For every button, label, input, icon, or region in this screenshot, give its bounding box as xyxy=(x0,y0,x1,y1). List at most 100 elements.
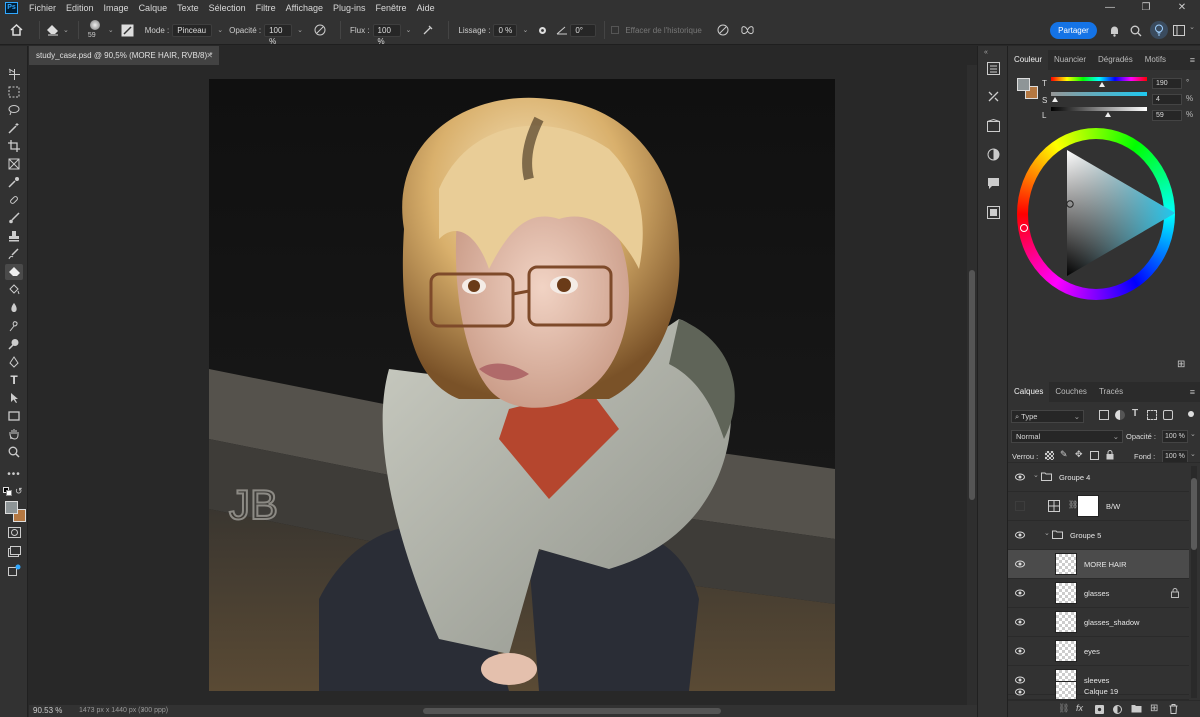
layer-row-bw[interactable]: ⛓ B/W xyxy=(1008,492,1189,521)
lock-pixels-brush-icon[interactable]: ✎ xyxy=(1060,449,1068,460)
filter-adjustment-layers-icon[interactable] xyxy=(1115,410,1125,420)
blend-mode-dropdown[interactable]: Normal ⌄ xyxy=(1011,430,1123,443)
filter-type-layers-icon[interactable]: T xyxy=(1132,408,1138,419)
frame-tool-icon[interactable] xyxy=(5,156,23,172)
quick-mask-icon[interactable] xyxy=(5,524,23,540)
tab-motifs[interactable]: Motifs xyxy=(1139,50,1172,70)
layers-panel-menu-icon[interactable]: ≡ xyxy=(1190,387,1195,397)
saturation-value-field[interactable]: 4 xyxy=(1152,94,1182,105)
layer-row-more-hair[interactable]: MORE HAIR xyxy=(1008,550,1189,579)
menu-fichier[interactable]: Fichier xyxy=(24,0,61,16)
filter-shape-layers-icon[interactable] xyxy=(1147,410,1157,420)
properties-panel-icon[interactable] xyxy=(985,204,1001,220)
magic-wand-tool-icon[interactable] xyxy=(5,120,23,136)
add-swatch-icon[interactable]: ⊞ xyxy=(1177,359,1185,370)
layer-opacity-chevron-icon[interactable]: ⌄ xyxy=(1190,430,1196,438)
zoom-level[interactable]: 90.53 % xyxy=(33,705,62,717)
layer-row-groupe-4[interactable]: ⌄ Groupe 4 xyxy=(1008,463,1189,492)
layer-row-eyes[interactable]: eyes xyxy=(1008,637,1189,666)
tab-calques[interactable]: Calques xyxy=(1008,382,1050,402)
pressure-opacity-icon[interactable] xyxy=(314,24,326,36)
eye-icon[interactable] xyxy=(1015,472,1025,482)
brush-preset-picker[interactable]: 59 xyxy=(85,18,105,42)
history-brush-tool-icon[interactable] xyxy=(5,246,23,262)
eye-icon[interactable] xyxy=(1015,530,1025,540)
document-canvas[interactable]: JB xyxy=(209,79,835,691)
menu-calque[interactable]: Calque xyxy=(134,0,173,16)
search-icon[interactable] xyxy=(1130,25,1142,37)
share-review-icon[interactable] xyxy=(5,562,23,578)
layer-row-glasses[interactable]: glasses xyxy=(1008,579,1189,608)
menu-selection[interactable]: Sélection xyxy=(204,0,251,16)
saturation-slider-thumb[interactable] xyxy=(1051,97,1058,102)
document-tab[interactable]: study_case.psd @ 90,5% (MORE HAIR, RVB/8… xyxy=(29,46,219,65)
layer-thumbnail[interactable] xyxy=(1055,681,1077,699)
close-window-icon[interactable]: ✕ xyxy=(1164,0,1200,16)
libraries-panel-icon[interactable] xyxy=(985,117,1001,133)
tab-couleur[interactable]: Couleur xyxy=(1008,50,1049,70)
tool-preset-chevron-icon[interactable]: ⌄ xyxy=(63,26,69,34)
brush-chevron-icon[interactable]: ⌄ xyxy=(108,26,114,34)
default-colors-icon[interactable] xyxy=(3,487,12,496)
layer-opacity-field[interactable]: 100 % xyxy=(1162,430,1188,443)
history-panel-icon[interactable] xyxy=(985,60,1001,76)
tab-nuancier[interactable]: Nuancier xyxy=(1048,50,1092,70)
layer-row-calque-19[interactable]: Calque 19 xyxy=(1008,678,1189,700)
lightness-slider-thumb[interactable] xyxy=(1104,112,1111,117)
status-chevron-icon[interactable]: › xyxy=(141,705,143,717)
marquee-tool-icon[interactable] xyxy=(5,84,23,100)
bell-icon[interactable] xyxy=(1109,25,1120,37)
flow-chevron-icon[interactable]: ⌄ xyxy=(406,26,412,34)
horizontal-scroll-thumb[interactable] xyxy=(423,708,721,714)
group-expand-chevron-icon[interactable]: ⌄ xyxy=(1044,529,1050,537)
smoothing-field[interactable]: 0 % xyxy=(493,23,518,37)
lock-artboard-icon[interactable] xyxy=(1090,451,1099,460)
erase-history-checkbox[interactable] xyxy=(611,26,620,34)
color-wheel[interactable] xyxy=(1017,128,1177,300)
eye-icon[interactable] xyxy=(1015,588,1025,598)
eye-icon[interactable] xyxy=(1015,646,1025,656)
link-layers-icon[interactable]: ⛓ xyxy=(1058,703,1069,714)
workspace-layout-icon[interactable] xyxy=(1173,25,1185,36)
menu-image[interactable]: Image xyxy=(99,0,134,16)
mode-chevron-icon[interactable]: ⌄ xyxy=(217,26,223,34)
filter-toggle-icon[interactable] xyxy=(1188,411,1194,417)
discover-lightbulb-icon[interactable] xyxy=(1150,21,1168,39)
adjustments-panel-icon[interactable] xyxy=(985,146,1001,162)
layer-thumbnail[interactable] xyxy=(1055,582,1077,604)
new-adjustment-icon[interactable] xyxy=(1113,705,1122,714)
brush-settings-panel-icon[interactable] xyxy=(985,88,1001,104)
more-tools-icon[interactable]: ••• xyxy=(5,466,23,482)
tab-traces[interactable]: Tracés xyxy=(1093,382,1129,402)
hidden-visibility-toggle[interactable] xyxy=(1015,501,1025,511)
panel-foreground-swatch[interactable] xyxy=(1017,78,1030,91)
menu-affichage[interactable]: Affichage xyxy=(281,0,328,16)
layers-scroll-thumb[interactable] xyxy=(1191,478,1197,550)
restore-icon[interactable]: ❐ xyxy=(1128,0,1164,16)
layer-effects-fx-icon[interactable]: fx xyxy=(1076,703,1083,713)
layer-mask-thumbnail[interactable] xyxy=(1077,495,1099,517)
menu-aide[interactable]: Aide xyxy=(412,0,440,16)
smoothing-chevron-icon[interactable]: ⌄ xyxy=(522,26,528,34)
home-icon[interactable] xyxy=(10,24,23,36)
eye-icon[interactable] xyxy=(1015,559,1025,569)
layer-thumbnail[interactable] xyxy=(1055,553,1077,575)
hue-slider[interactable] xyxy=(1051,77,1147,81)
eyedropper-tool-icon[interactable] xyxy=(5,174,23,190)
lightness-slider[interactable] xyxy=(1051,107,1147,111)
brush-settings-icon[interactable] xyxy=(121,24,134,37)
angle-field[interactable]: 0° xyxy=(570,23,597,37)
swap-colors-icon[interactable]: ↺ xyxy=(15,486,23,497)
hue-slider-thumb[interactable] xyxy=(1098,82,1105,87)
pen-tool-icon[interactable] xyxy=(5,354,23,370)
pressure-size-icon[interactable] xyxy=(717,24,729,36)
new-group-folder-icon[interactable] xyxy=(1131,704,1142,713)
move-tool-icon[interactable] xyxy=(5,66,23,82)
saturation-slider[interactable] xyxy=(1051,92,1147,96)
lasso-tool-icon[interactable] xyxy=(5,102,23,118)
hue-value-field[interactable]: 190 xyxy=(1152,78,1182,89)
crop-tool-icon[interactable] xyxy=(5,138,23,154)
menu-filtre[interactable]: Filtre xyxy=(251,0,281,16)
type-tool-icon[interactable]: T xyxy=(5,372,23,388)
color-panel-swatches[interactable] xyxy=(1017,78,1039,100)
